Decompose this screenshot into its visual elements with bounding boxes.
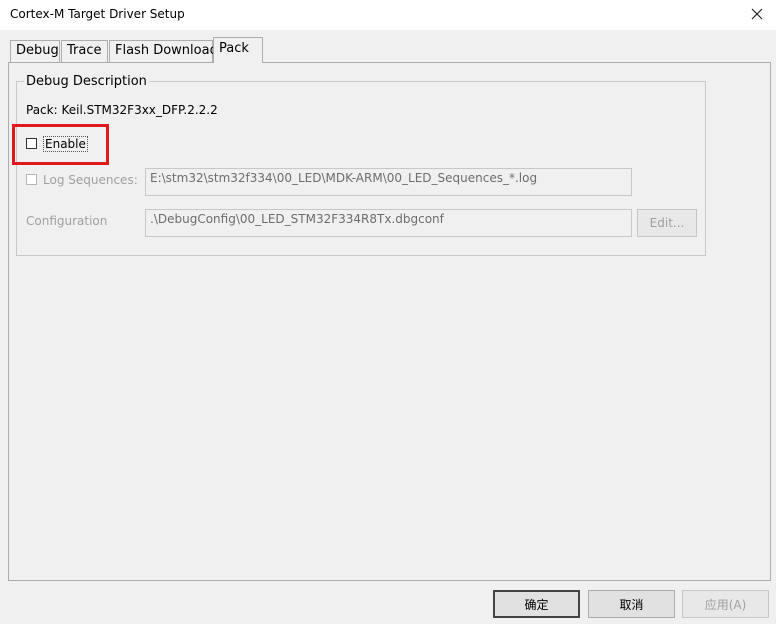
- close-icon: [751, 8, 763, 20]
- tab-trace[interactable]: Trace: [61, 40, 108, 62]
- window-title: Cortex-M Target Driver Setup: [10, 7, 185, 21]
- log-sequences-field[interactable]: E:\stm32\stm32f334\00_LED\MDK-ARM\00_LED…: [145, 168, 632, 196]
- edit-button[interactable]: Edit...: [637, 209, 697, 237]
- configuration-field[interactable]: .\DebugConfig\00_LED_STM32F334R8Tx.dbgco…: [145, 209, 632, 237]
- configuration-label: Configuration: [26, 214, 108, 228]
- cancel-button[interactable]: 取消: [588, 590, 675, 618]
- enable-checkbox[interactable]: [26, 138, 37, 149]
- group-legend: Debug Description: [24, 74, 149, 89]
- tab-flash-download[interactable]: Flash Download: [109, 40, 218, 62]
- title-bar: Cortex-M Target Driver Setup: [0, 0, 776, 30]
- apply-button[interactable]: 应用(A): [682, 590, 769, 618]
- log-sequences-label: Log Sequences:: [43, 173, 138, 187]
- tab-debug[interactable]: Debug: [10, 40, 60, 62]
- tab-pack[interactable]: Pack: [213, 37, 263, 63]
- pack-label: Pack: Keil.STM32F3xx_DFP.2.2.2: [26, 103, 218, 117]
- close-button[interactable]: [744, 3, 770, 25]
- log-sequences-checkbox[interactable]: [26, 174, 37, 185]
- ok-button[interactable]: 确定: [493, 590, 580, 618]
- enable-label[interactable]: Enable: [43, 136, 88, 152]
